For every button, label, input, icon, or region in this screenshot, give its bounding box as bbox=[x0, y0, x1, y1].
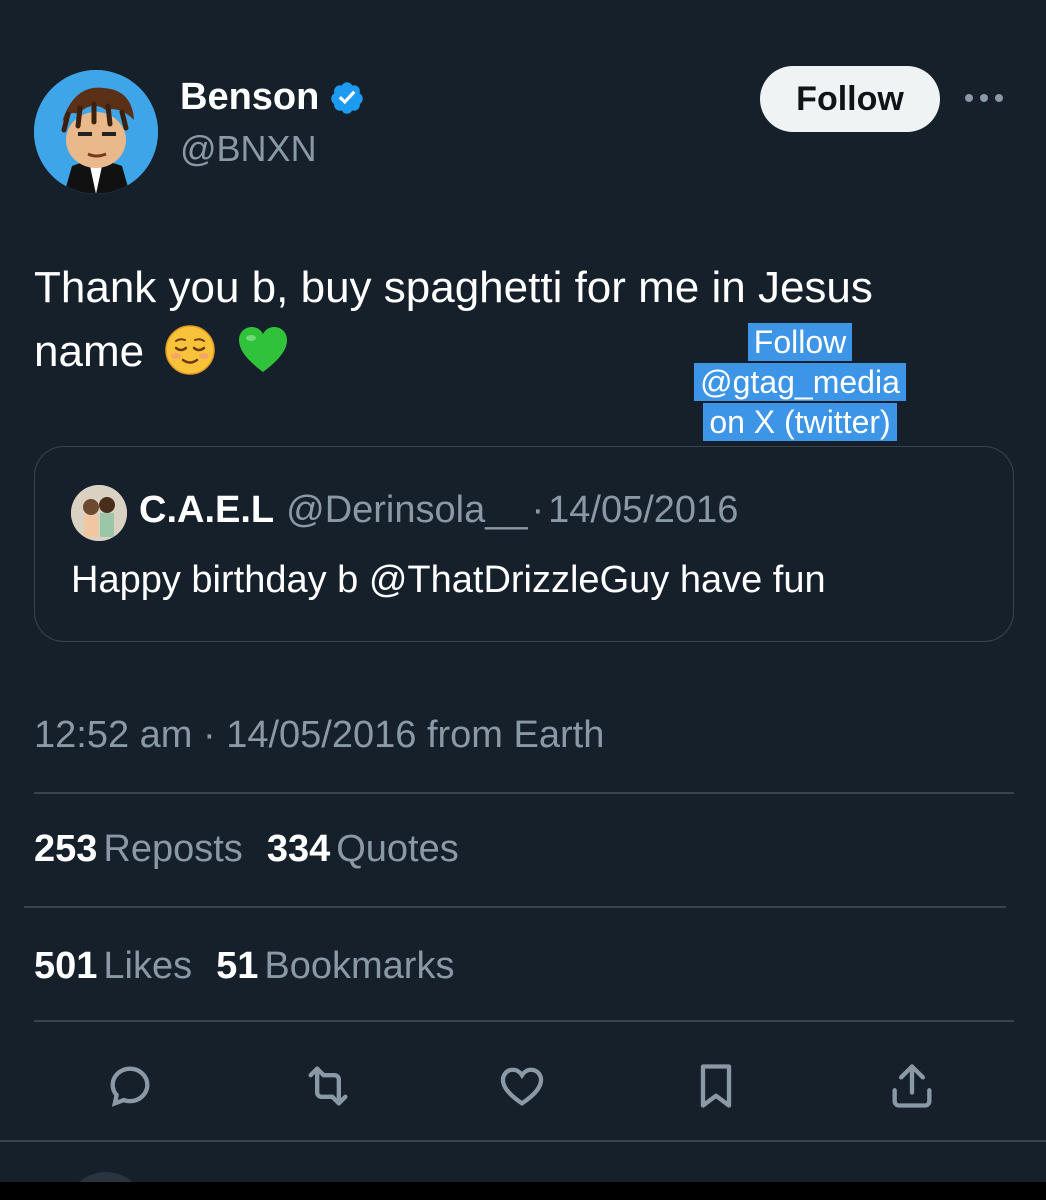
quoted-avatar-image bbox=[71, 485, 127, 541]
bookmarks-stat[interactable]: 51 Bookmarks bbox=[216, 945, 454, 988]
green-heart-emoji-icon bbox=[238, 327, 287, 372]
avatar-illustration bbox=[34, 70, 158, 194]
bookmarks-count: 51 bbox=[216, 945, 259, 987]
author-name-row: Benson bbox=[180, 76, 365, 119]
divider bbox=[34, 792, 1014, 794]
quoted-author-avatar[interactable] bbox=[71, 485, 127, 541]
reply-icon[interactable] bbox=[100, 1056, 160, 1116]
quoted-tweet-card[interactable]: C.A.E.L @Derinsola__ · 14/05/2016 Happy … bbox=[34, 446, 1014, 642]
quotes-count: 334 bbox=[266, 828, 331, 870]
bookmark-icon[interactable] bbox=[686, 1056, 746, 1116]
author-display-name[interactable]: Benson bbox=[180, 76, 319, 119]
divider bbox=[24, 906, 1006, 908]
bookmark-icon-glyph bbox=[700, 1064, 732, 1108]
author-handle[interactable]: @BNXN bbox=[180, 128, 317, 170]
reply-icon-glyph bbox=[110, 1066, 150, 1107]
quoted-tweet-text: Happy birthday b @ThatDrizzleGuy have fu… bbox=[71, 559, 826, 601]
repost-icon[interactable] bbox=[298, 1056, 358, 1116]
author-avatar[interactable] bbox=[34, 70, 158, 194]
quoted-separator: · bbox=[531, 489, 545, 531]
divider bbox=[34, 1020, 1014, 1022]
tweet-detail-view: Benson @BNXN Follow Thank you b, buy spa… bbox=[0, 0, 1046, 1200]
more-dot bbox=[965, 94, 973, 102]
more-horizontal-icon[interactable] bbox=[965, 88, 1011, 108]
quotes-label: Quotes bbox=[336, 828, 459, 870]
stats-row-reposts-quotes: 253 Reposts 334 Quotes bbox=[34, 828, 459, 871]
relieved-face-emoji-icon bbox=[165, 325, 216, 375]
likes-stat[interactable]: 501 Likes bbox=[34, 945, 192, 988]
quoted-date: 14/05/2016 bbox=[548, 489, 739, 531]
stats-row-likes-bookmarks: 501 Likes 51 Bookmarks bbox=[34, 945, 454, 988]
likes-label: Likes bbox=[103, 945, 193, 987]
watermark-overlay: Follow @gtag_media on X (twitter) bbox=[680, 322, 920, 442]
share-icon-glyph bbox=[892, 1064, 932, 1108]
more-dot bbox=[995, 94, 1003, 102]
watermark-line2: @gtag_media bbox=[694, 363, 906, 401]
quoted-author-name[interactable]: C.A.E.L bbox=[139, 489, 274, 532]
like-icon[interactable] bbox=[492, 1056, 552, 1116]
tweet-timestamp[interactable]: 12:52 am · 14/05/2016 from Earth bbox=[34, 714, 604, 757]
reposts-stat[interactable]: 253 Reposts bbox=[34, 828, 243, 871]
quoted-author-handle[interactable]: @Derinsola__ bbox=[286, 489, 527, 532]
divider bbox=[0, 1140, 1046, 1142]
likes-count: 501 bbox=[34, 945, 98, 987]
more-dot bbox=[980, 94, 988, 102]
bookmarks-label: Bookmarks bbox=[264, 945, 455, 987]
reposts-count: 253 bbox=[34, 828, 98, 870]
quotes-stat[interactable]: 334 Quotes bbox=[267, 828, 459, 871]
repost-icon-glyph bbox=[308, 1066, 348, 1106]
follow-button[interactable]: Follow bbox=[760, 66, 940, 132]
watermark-line1: Follow bbox=[747, 323, 853, 361]
share-icon[interactable] bbox=[882, 1056, 942, 1116]
like-icon-glyph bbox=[500, 1067, 544, 1106]
quoted-tweet-header: C.A.E.L @Derinsola__ · 14/05/2016 bbox=[139, 489, 738, 532]
verified-badge-icon bbox=[331, 81, 364, 114]
tweet-text-line2: name bbox=[34, 327, 145, 376]
tweet-text-line1: Thank you b, buy spaghetti for me in Jes… bbox=[34, 263, 873, 312]
bottom-edge-bar bbox=[0, 1182, 1046, 1200]
reposts-label: Reposts bbox=[103, 828, 243, 870]
watermark-line3: on X (twitter) bbox=[703, 403, 897, 441]
